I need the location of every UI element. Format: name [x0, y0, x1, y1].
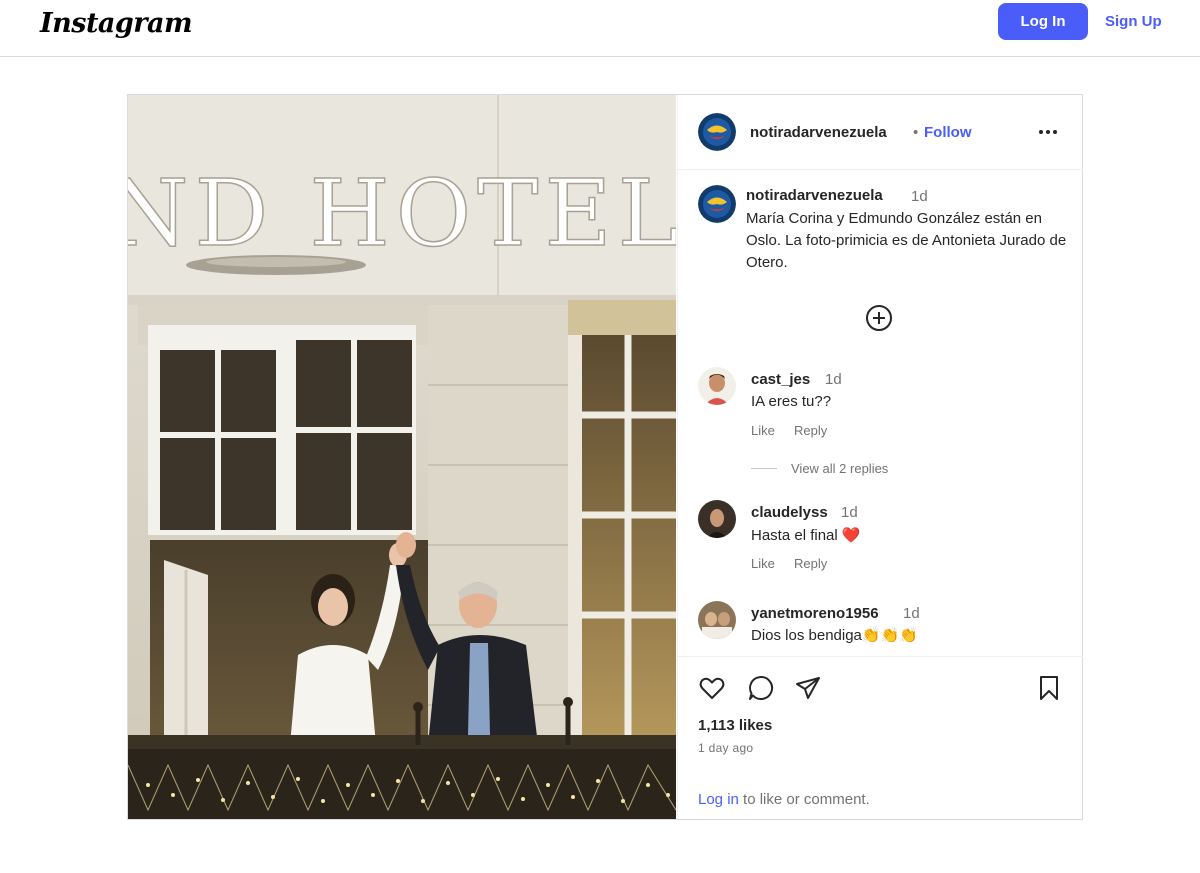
caption-username[interactable]: notiradarvenezuela: [746, 187, 883, 204]
caption-avatar[interactable]: [698, 185, 736, 223]
login-link[interactable]: Log in: [698, 791, 739, 808]
view-replies-link[interactable]: View all 2 replies: [791, 461, 888, 476]
commenter-avatar[interactable]: [698, 500, 736, 538]
comment-time: 1d: [841, 504, 858, 521]
post-header: notiradarvenezuela • Follow: [678, 95, 1083, 170]
likes-count[interactable]: 1,113 likes: [698, 717, 772, 734]
login-prompt-text: to like or comment.: [738, 791, 870, 808]
login-prompt: Log in to like or comment.: [698, 791, 870, 808]
author-username[interactable]: notiradarvenezuela: [750, 124, 887, 141]
caption-time: 1d: [911, 188, 928, 205]
comment-username[interactable]: claudelyss: [751, 504, 828, 521]
hotel-sign-text: ND HOTEL: [128, 160, 676, 267]
commenter-avatar[interactable]: [698, 367, 736, 405]
comment-reply-button[interactable]: Reply: [794, 556, 827, 571]
comment-like-button[interactable]: Like: [751, 423, 775, 438]
comment-like-button[interactable]: Like: [751, 556, 775, 571]
top-nav: Instagram Log In Sign Up: [0, 0, 1200, 57]
replies-divider: [751, 468, 777, 469]
bookmark-icon[interactable]: [1035, 674, 1063, 702]
post-timestamp: 1 day ago: [698, 741, 754, 755]
comment-text: Hasta el final ❤️: [751, 527, 861, 544]
separator-dot: •: [913, 124, 919, 141]
comment-text: Dios los bendiga👏👏👏: [751, 627, 918, 644]
author-avatar[interactable]: [698, 113, 736, 151]
heart-icon[interactable]: [698, 674, 726, 702]
follow-button[interactable]: Follow: [924, 124, 972, 141]
signup-link[interactable]: Sign Up: [1105, 3, 1162, 40]
post-actions: 1,113 likes 1 day ago Log in to like or …: [678, 656, 1083, 819]
login-button[interactable]: Log In: [998, 3, 1088, 40]
comment-reply-button[interactable]: Reply: [794, 423, 827, 438]
caption-text: María Corina y Edmundo González están en…: [746, 210, 1067, 271]
comment-text: IA eres tu??: [751, 393, 832, 410]
plus-circle-icon[interactable]: [865, 304, 893, 332]
commenter-avatar[interactable]: [698, 601, 736, 639]
post-photo[interactable]: ND HOTEL: [128, 95, 676, 819]
comment-username[interactable]: yanetmoreno1956: [751, 605, 879, 622]
hotel-balcony-photo: ND HOTEL: [128, 95, 676, 819]
instagram-logo[interactable]: Instagram: [40, 8, 193, 39]
comment-time: 1d: [825, 371, 842, 388]
comment-icon[interactable]: [747, 674, 775, 702]
comment-time: 1d: [903, 605, 920, 622]
share-icon[interactable]: [794, 674, 822, 702]
more-horizontal-icon[interactable]: [1036, 122, 1060, 142]
post-card: ND HOTEL notiradarvenezuela • Follow not…: [127, 94, 1083, 820]
comment-username[interactable]: cast_jes: [751, 371, 810, 388]
post-sidebar: notiradarvenezuela • Follow notiradarven…: [677, 95, 1083, 819]
